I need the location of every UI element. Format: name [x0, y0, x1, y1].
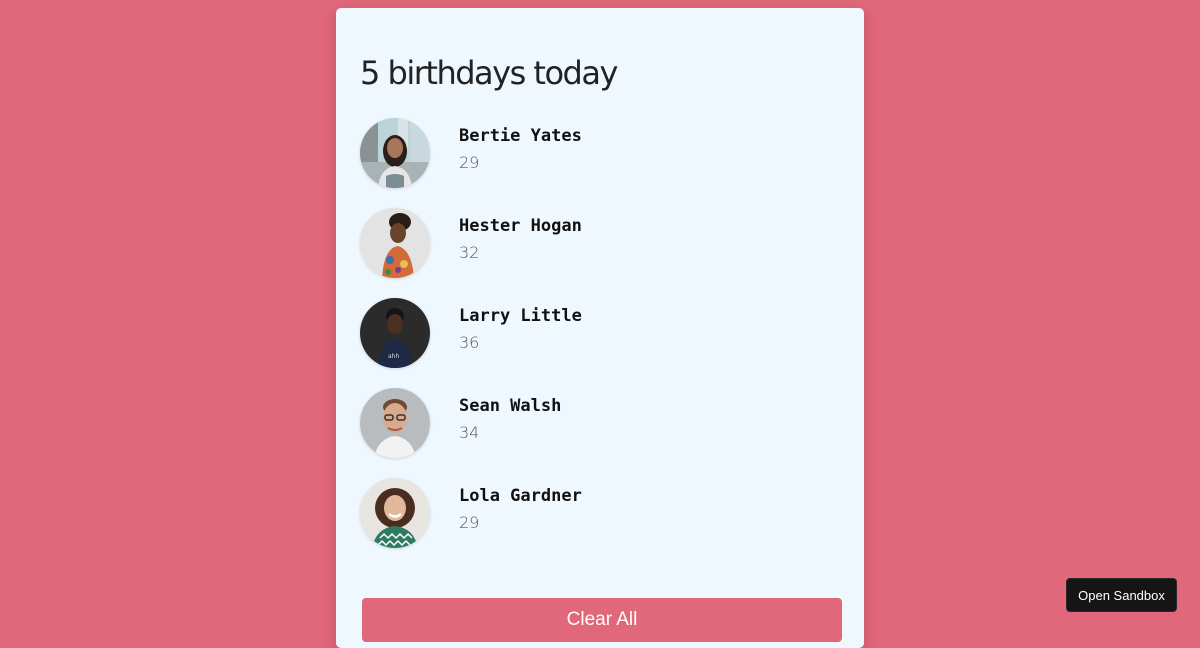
avatar-image — [360, 118, 430, 188]
person-age: 34 — [459, 423, 480, 442]
page-title: 5 birthdays today — [360, 54, 618, 92]
open-sandbox-button[interactable]: Open Sandbox — [1066, 578, 1177, 612]
clear-all-button[interactable]: Clear All — [362, 598, 842, 642]
avatar-image — [360, 388, 430, 458]
person-age: 32 — [459, 243, 480, 262]
person-name: Hester Hogan — [459, 216, 582, 236]
person-name: Sean Walsh — [459, 396, 562, 416]
birthday-card: 5 birthdays today Bertie Yates 29 Hester… — [336, 8, 864, 648]
person-age: 29 — [459, 153, 480, 172]
list-item: Sean Walsh 34 — [360, 388, 840, 458]
person-name: Larry Little — [459, 306, 582, 326]
avatar-image — [360, 208, 430, 278]
people-list: Bertie Yates 29 Hester Hogan 32 ahh Larr… — [360, 118, 840, 568]
person-name: Lola Gardner — [459, 486, 582, 506]
avatar-image — [360, 478, 430, 548]
list-item: ahh Larry Little 36 — [360, 298, 840, 368]
person-name: Bertie Yates — [459, 126, 582, 146]
avatar-image: ahh — [360, 298, 430, 368]
list-item: Hester Hogan 32 — [360, 208, 840, 278]
list-item: Bertie Yates 29 — [360, 118, 840, 188]
person-age: 36 — [459, 333, 480, 352]
person-age: 29 — [459, 513, 480, 532]
svg-text:ahh: ahh — [388, 353, 399, 360]
list-item: Lola Gardner 29 — [360, 478, 840, 548]
